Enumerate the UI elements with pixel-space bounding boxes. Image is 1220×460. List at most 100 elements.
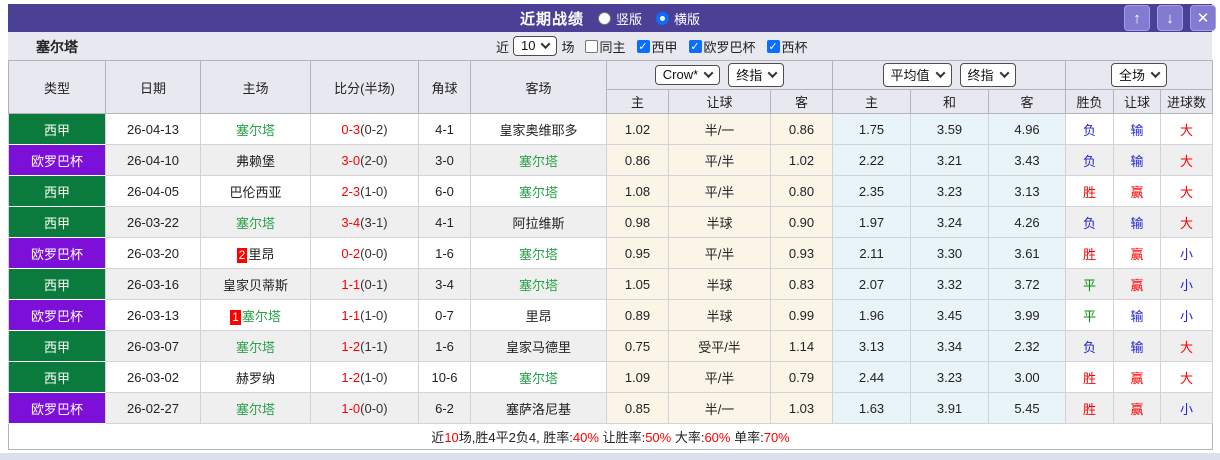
rank-badge: 2 [236,247,248,263]
table-row: 西甲 26-03-22 塞尔塔 3-4(3-1) 4-1 阿拉维斯 0.98 半… [8,206,1214,238]
match-date: 26-04-05 [105,175,201,207]
away-team: 塞萨洛尼基 [470,392,607,424]
close-button[interactable]: ✕ [1190,5,1216,31]
home-odds: 0.95 [606,237,669,269]
layout-vertical-radio[interactable]: 竖版 [597,9,642,28]
league-badge: 西甲 [8,175,106,207]
match-date: 26-04-10 [105,144,201,176]
rank-badge: 1 [230,309,241,325]
col-header-away: 客场 [470,60,607,114]
europa-checkbox[interactable]: ✓ [688,39,702,53]
move-down-button[interactable]: ↓ [1157,5,1183,31]
table-row: 西甲 26-04-13 塞尔塔 0-3(0-2) 4-1 皇家奥维耶多 1.02… [8,113,1214,145]
col-header-corner: 角球 [418,60,471,114]
winloss-result: 胜 [1065,392,1115,424]
league-badge: 欧罗巴杯 [8,144,106,176]
home-team: 巴伦西亚 [200,175,311,207]
score-cell: 0-2(0-0) [310,237,419,269]
handicap-line: 平/半 [668,237,771,269]
full-match-select[interactable]: 全场 [1111,63,1168,87]
laliga-label: 西甲 [651,39,678,55]
league-badge: 西甲 [8,268,106,300]
col-header-date: 日期 [105,60,201,114]
away-odds: 0.86 [769,113,834,145]
league-filter-laliga[interactable]: ✓ 西甲 [636,37,679,56]
score-cell: 3-0(2-0) [310,144,419,176]
window-buttons: ↑ ↓ ✕ [1124,5,1216,31]
away-odds: 0.90 [769,206,834,238]
home-odds: 0.85 [606,392,669,424]
goals-result: 大 [1160,175,1214,207]
avg-draw-odds: 3.91 [910,392,990,424]
home-team: 塞尔塔 [200,392,311,424]
chevron-down-icon [935,68,945,79]
laliga-checkbox[interactable]: ✓ [636,39,650,53]
league-badge: 欧罗巴杯 [8,392,106,424]
away-team: 塞尔塔 [470,144,607,176]
winloss-result: 胜 [1065,175,1115,207]
radio-selected-icon[interactable] [656,11,669,25]
handicap-result: 输 [1113,113,1162,145]
home-odds: 0.89 [606,299,669,331]
home-odds: 1.09 [606,361,669,393]
radio-unselected-icon[interactable] [597,11,611,25]
avg-away-odds: 4.26 [988,206,1067,238]
results-tbody: 西甲 26-04-13 塞尔塔 0-3(0-2) 4-1 皇家奥维耶多 1.02… [7,113,1214,450]
table-row: 欧罗巴杯 26-04-10 弗赖堡 3-0(2-0) 3-0 塞尔塔 0.86 … [8,144,1214,176]
final-odds-select-1[interactable]: 终指 [728,63,785,87]
sub-header-winloss: 胜负 [1065,89,1115,114]
average-select[interactable]: 平均值 [882,63,952,87]
goals-result: 小 [1160,237,1214,269]
match-count-select[interactable]: 10 [513,36,558,56]
league-badge: 欧罗巴杯 [8,299,106,331]
away-odds: 0.80 [769,175,834,207]
odds-group-header: Crow* 终指 [605,60,834,90]
corner-score: 1-6 [418,330,471,362]
corner-score: 0-7 [418,299,471,331]
match-date: 26-03-02 [105,361,201,393]
avg-home-odds: 2.22 [832,144,912,176]
avg-away-odds: 3.61 [988,237,1067,269]
corner-score: 3-0 [418,144,471,176]
handicap-result: 赢 [1113,268,1162,300]
avg-home-odds: 1.96 [832,299,912,331]
home-team: 塞尔塔 [200,330,311,362]
move-up-button[interactable]: ↑ [1124,5,1150,31]
winloss-result: 胜 [1065,237,1115,269]
home-team: 1 塞尔塔 [200,299,311,331]
league-filter-copa[interactable]: ✓ 西杯 [766,37,809,56]
handicap-line: 半球 [668,299,771,331]
home-team: 塞尔塔 [200,206,311,238]
winloss-result: 负 [1065,206,1115,238]
handicap-line: 平/半 [668,144,771,176]
match-date: 26-03-13 [105,299,201,331]
handicap-result: 输 [1113,330,1162,362]
avg-draw-odds: 3.34 [910,330,990,362]
title-bar: 近期战绩 竖版 横版 ↑ ↓ ✕ [8,4,1216,32]
winloss-result: 胜 [1065,361,1115,393]
league-badge: 西甲 [8,113,106,145]
league-filter-europa[interactable]: ✓ 欧罗巴杯 [688,37,757,56]
layout-horizontal-radio[interactable]: 横版 [656,9,700,28]
away-odds: 0.99 [769,299,834,331]
copa-checkbox[interactable]: ✓ [766,39,780,53]
same-home-checkbox[interactable] [584,39,598,53]
chevron-down-icon [541,39,551,50]
winloss-result: 平 [1065,299,1115,331]
handicap-line: 半/一 [668,113,771,145]
avg-home-odds: 1.75 [832,113,912,145]
winloss-result: 负 [1065,144,1115,176]
up-arrow-icon: ↑ [1133,9,1141,27]
table-row: 西甲 26-03-16 皇家贝蒂斯 1-1(0-1) 3-4 塞尔塔 1.05 … [8,268,1214,300]
home-odds: 1.08 [606,175,669,207]
same-home-filter[interactable]: 同主 [584,37,627,56]
score-cell: 3-4(3-1) [310,206,419,238]
table-row: 西甲 26-03-07 塞尔塔 1-2(1-1) 1-6 皇家马德里 0.75 … [8,330,1214,362]
handicap-line: 平/半 [668,175,771,207]
bookmaker-select[interactable]: Crow* [654,65,721,85]
away-odds: 1.14 [769,330,834,362]
final-odds-select-2[interactable]: 终指 [959,63,1016,87]
team-name: 塞尔塔 [36,39,78,55]
away-team: 里昂 [470,299,607,331]
match-date: 26-04-13 [105,113,201,145]
